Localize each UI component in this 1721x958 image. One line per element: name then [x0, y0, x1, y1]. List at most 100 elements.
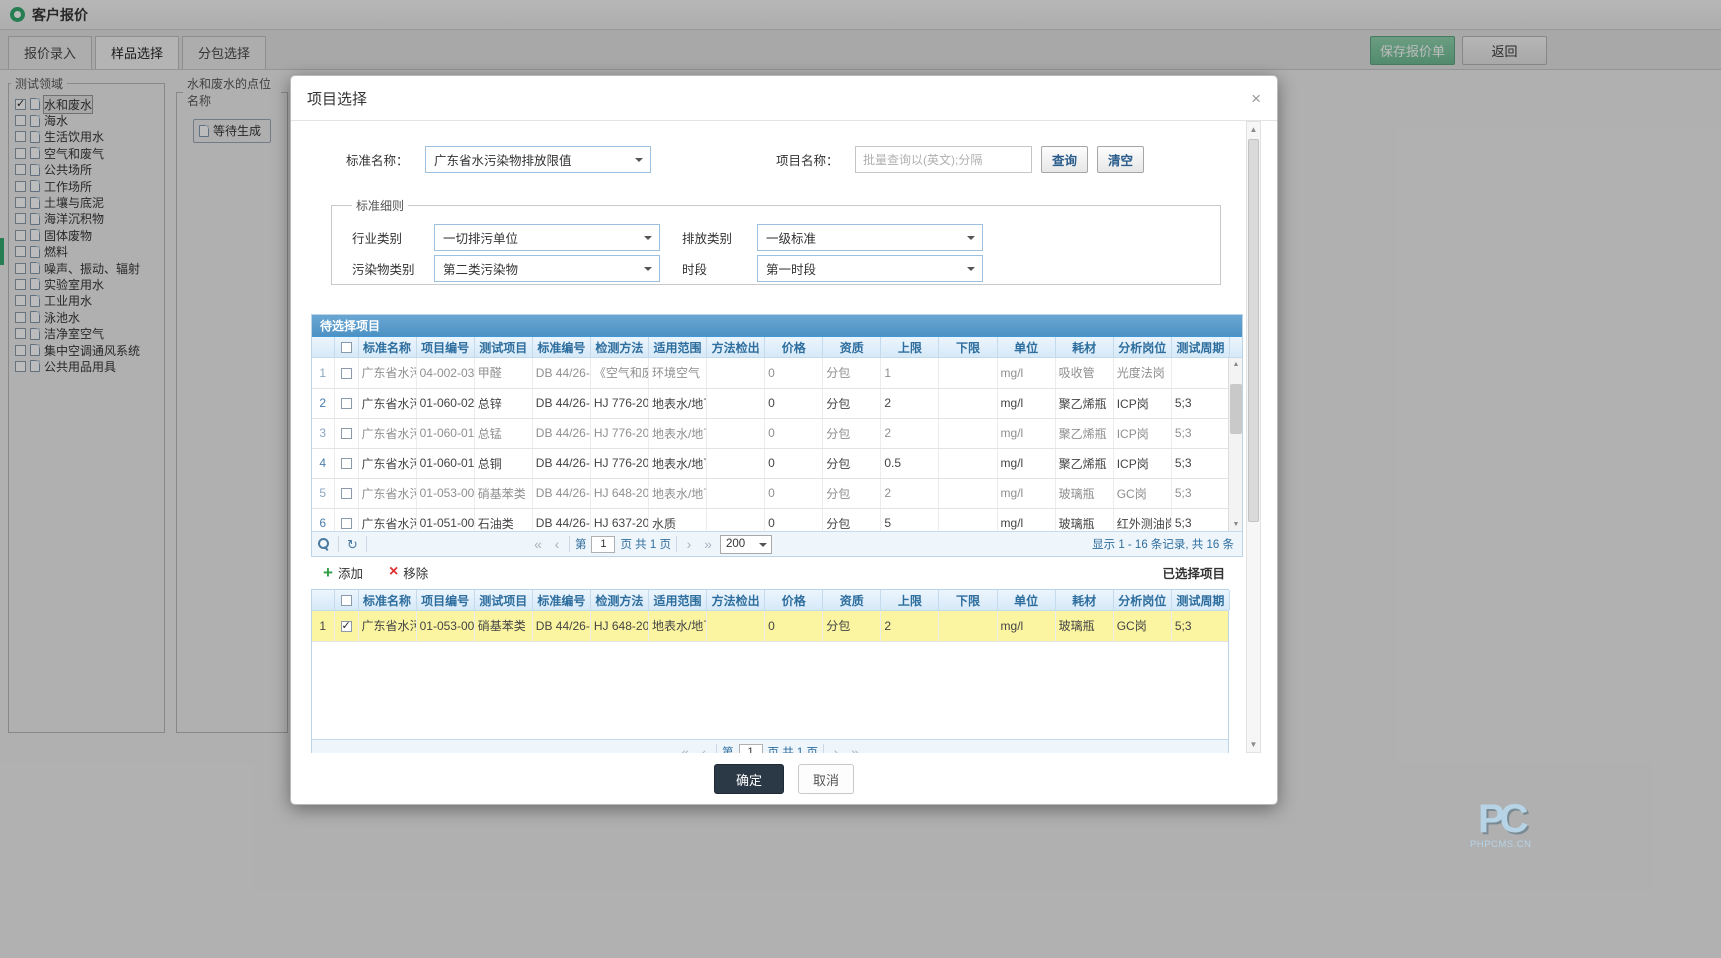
criteria-select[interactable]: 第二类污染物 — [434, 255, 660, 282]
table-row[interactable]: 5 广东省水污01-053-00硝基苯类DB 44/26-HJ 648-20地表… — [312, 478, 1230, 508]
column-header[interactable]: 测试项目 — [474, 590, 532, 610]
column-header[interactable]: 上限 — [881, 590, 939, 610]
column-header[interactable]: 标准名称 — [358, 337, 416, 357]
next-page-icon[interactable]: › — [829, 745, 843, 753]
clear-button[interactable]: 清空 — [1097, 146, 1144, 173]
table-cell: 5;3 — [1171, 611, 1228, 641]
column-header[interactable]: 方法检出 — [707, 590, 765, 610]
last-page-icon[interactable]: » — [701, 537, 715, 551]
column-header[interactable]: 方法检出 — [707, 337, 765, 357]
query-button[interactable]: 查询 — [1041, 146, 1088, 173]
column-header[interactable]: 耗材 — [1055, 337, 1113, 357]
refresh-icon[interactable]: ↻ — [347, 538, 358, 551]
column-header[interactable]: 项目编号 — [416, 590, 474, 610]
table-cell: ICP岗 — [1113, 418, 1171, 448]
row-checkbox[interactable] — [341, 398, 352, 409]
page-number-input[interactable] — [739, 744, 763, 754]
table-row[interactable]: 2 广东省水污01-060-02总锌DB 44/26-HJ 776-20地表水/… — [312, 388, 1230, 418]
column-header[interactable]: 上限 — [881, 337, 939, 357]
column-header-label: 测试周期 — [1176, 341, 1224, 355]
select-all-checkbox[interactable] — [341, 595, 352, 606]
column-header[interactable]: 耗材 — [1055, 590, 1113, 610]
table-cell: 甲醛 — [474, 358, 532, 388]
table-row[interactable]: 1 广东省水污01-053-00硝基苯类DB 44/26-HJ 648-20地表… — [312, 611, 1228, 641]
table-row[interactable]: 3 广东省水污01-060-01总锰DB 44/26-HJ 776-20地表水/… — [312, 418, 1230, 448]
remove-button[interactable]: × 移除 — [389, 563, 428, 582]
column-header[interactable]: 测试周期 — [1171, 337, 1229, 357]
column-header[interactable]: 项目编号 — [416, 337, 474, 357]
row-checkbox[interactable] — [341, 428, 352, 439]
close-icon[interactable]: × — [1251, 90, 1261, 107]
criteria-select[interactable]: 一切排污单位 — [434, 224, 660, 251]
prev-page-icon[interactable]: ‹ — [697, 745, 711, 753]
row-checkbox[interactable] — [341, 621, 352, 632]
row-checkbox[interactable] — [341, 488, 352, 499]
next-page-icon[interactable]: › — [682, 537, 696, 551]
criteria-field: 行业类别 一切排污单位 — [352, 224, 660, 251]
column-header[interactable]: 检测方法 — [590, 337, 648, 357]
selection-toolbar: + 添加 × 移除 已选择项目 — [311, 559, 1229, 585]
criteria-select[interactable]: 第一时段 — [757, 255, 983, 282]
cancel-button[interactable]: 取消 — [798, 764, 854, 794]
table-cell — [707, 388, 765, 418]
column-header[interactable]: 测试项目 — [474, 337, 532, 357]
table-cell: 广东省水污 — [358, 508, 416, 531]
table-cell: mg/l — [997, 611, 1055, 641]
prev-page-icon[interactable]: ‹ — [550, 537, 564, 551]
project-name-label: 项目名称： — [776, 150, 855, 169]
column-header[interactable]: 适用范围 — [648, 590, 706, 610]
column-header[interactable]: 下限 — [939, 590, 997, 610]
column-header[interactable]: 单位 — [997, 590, 1055, 610]
scrollbar-thumb[interactable] — [1248, 139, 1259, 522]
scroll-up-icon[interactable]: ▲ — [1247, 122, 1260, 137]
column-header[interactable]: 标准名称 — [358, 590, 416, 610]
scrollbar-thumb[interactable] — [1230, 384, 1242, 434]
grid-scrollbar[interactable]: ▲ ▼ — [1228, 358, 1242, 531]
column-header[interactable]: 价格 — [765, 337, 823, 357]
dialog-scrollbar[interactable]: ▲ ▼ — [1246, 121, 1261, 753]
table-cell: mg/l — [997, 418, 1055, 448]
row-checkbox[interactable] — [341, 458, 352, 469]
column-header[interactable]: 测试周期 — [1171, 590, 1229, 610]
row-checkbox[interactable] — [341, 518, 352, 529]
page-number-input[interactable] — [591, 536, 615, 553]
table-row[interactable]: 4 广东省水污01-060-01总铜DB 44/26-HJ 776-20地表水/… — [312, 448, 1230, 478]
table-cell: 2 — [881, 478, 939, 508]
column-header[interactable]: 单位 — [997, 337, 1055, 357]
row-checkbox-cell — [334, 388, 358, 418]
page-size-select[interactable]: 200 — [720, 535, 772, 554]
row-number: 6 — [312, 508, 334, 531]
first-page-icon[interactable]: « — [678, 745, 692, 753]
column-header[interactable]: 标准编号 — [532, 590, 590, 610]
project-name-input[interactable] — [855, 146, 1032, 173]
column-header[interactable]: 适用范围 — [648, 337, 706, 357]
selected-projects-title: 已选择项目 — [1162, 563, 1229, 582]
column-header[interactable]: 检测方法 — [590, 590, 648, 610]
column-header-label: 标准名称 — [363, 594, 411, 608]
add-button[interactable]: + 添加 — [323, 563, 363, 582]
column-header[interactable]: 资质 — [823, 590, 881, 610]
confirm-button[interactable]: 确定 — [714, 764, 784, 794]
column-header[interactable]: 分析岗位 — [1113, 337, 1171, 357]
column-header[interactable]: 下限 — [939, 337, 997, 357]
last-page-icon[interactable]: » — [848, 745, 862, 753]
select-all-checkbox[interactable] — [341, 342, 352, 353]
row-checkbox[interactable] — [341, 368, 352, 379]
scroll-down-icon[interactable]: ▼ — [1229, 518, 1242, 531]
table-cell: 0 — [765, 478, 823, 508]
table-row[interactable]: 6 广东省水污01-051-00石油类DB 44/26-HJ 637-20水质0… — [312, 508, 1230, 531]
table-row[interactable]: 1 广东省水污04-002-03甲醛DB 44/26-《空气和废环境空气0分包1… — [312, 358, 1230, 388]
scroll-up-icon[interactable]: ▲ — [1229, 358, 1242, 371]
column-header[interactable]: 标准编号 — [532, 337, 590, 357]
column-header[interactable]: 价格 — [765, 590, 823, 610]
table-cell: 广东省水污 — [358, 448, 416, 478]
column-header[interactable]: 资质 — [823, 337, 881, 357]
column-header[interactable]: 分析岗位 — [1113, 590, 1171, 610]
criteria-select[interactable]: 一级标准 — [757, 224, 983, 251]
column-header-label: 测试周期 — [1176, 594, 1224, 608]
standard-name-select[interactable]: 广东省水污染物排放限值 — [425, 146, 651, 173]
column-header-label: 项目编号 — [421, 341, 469, 355]
first-page-icon[interactable]: « — [531, 537, 545, 551]
scroll-down-icon[interactable]: ▼ — [1247, 737, 1260, 752]
search-icon[interactable] — [316, 537, 330, 551]
